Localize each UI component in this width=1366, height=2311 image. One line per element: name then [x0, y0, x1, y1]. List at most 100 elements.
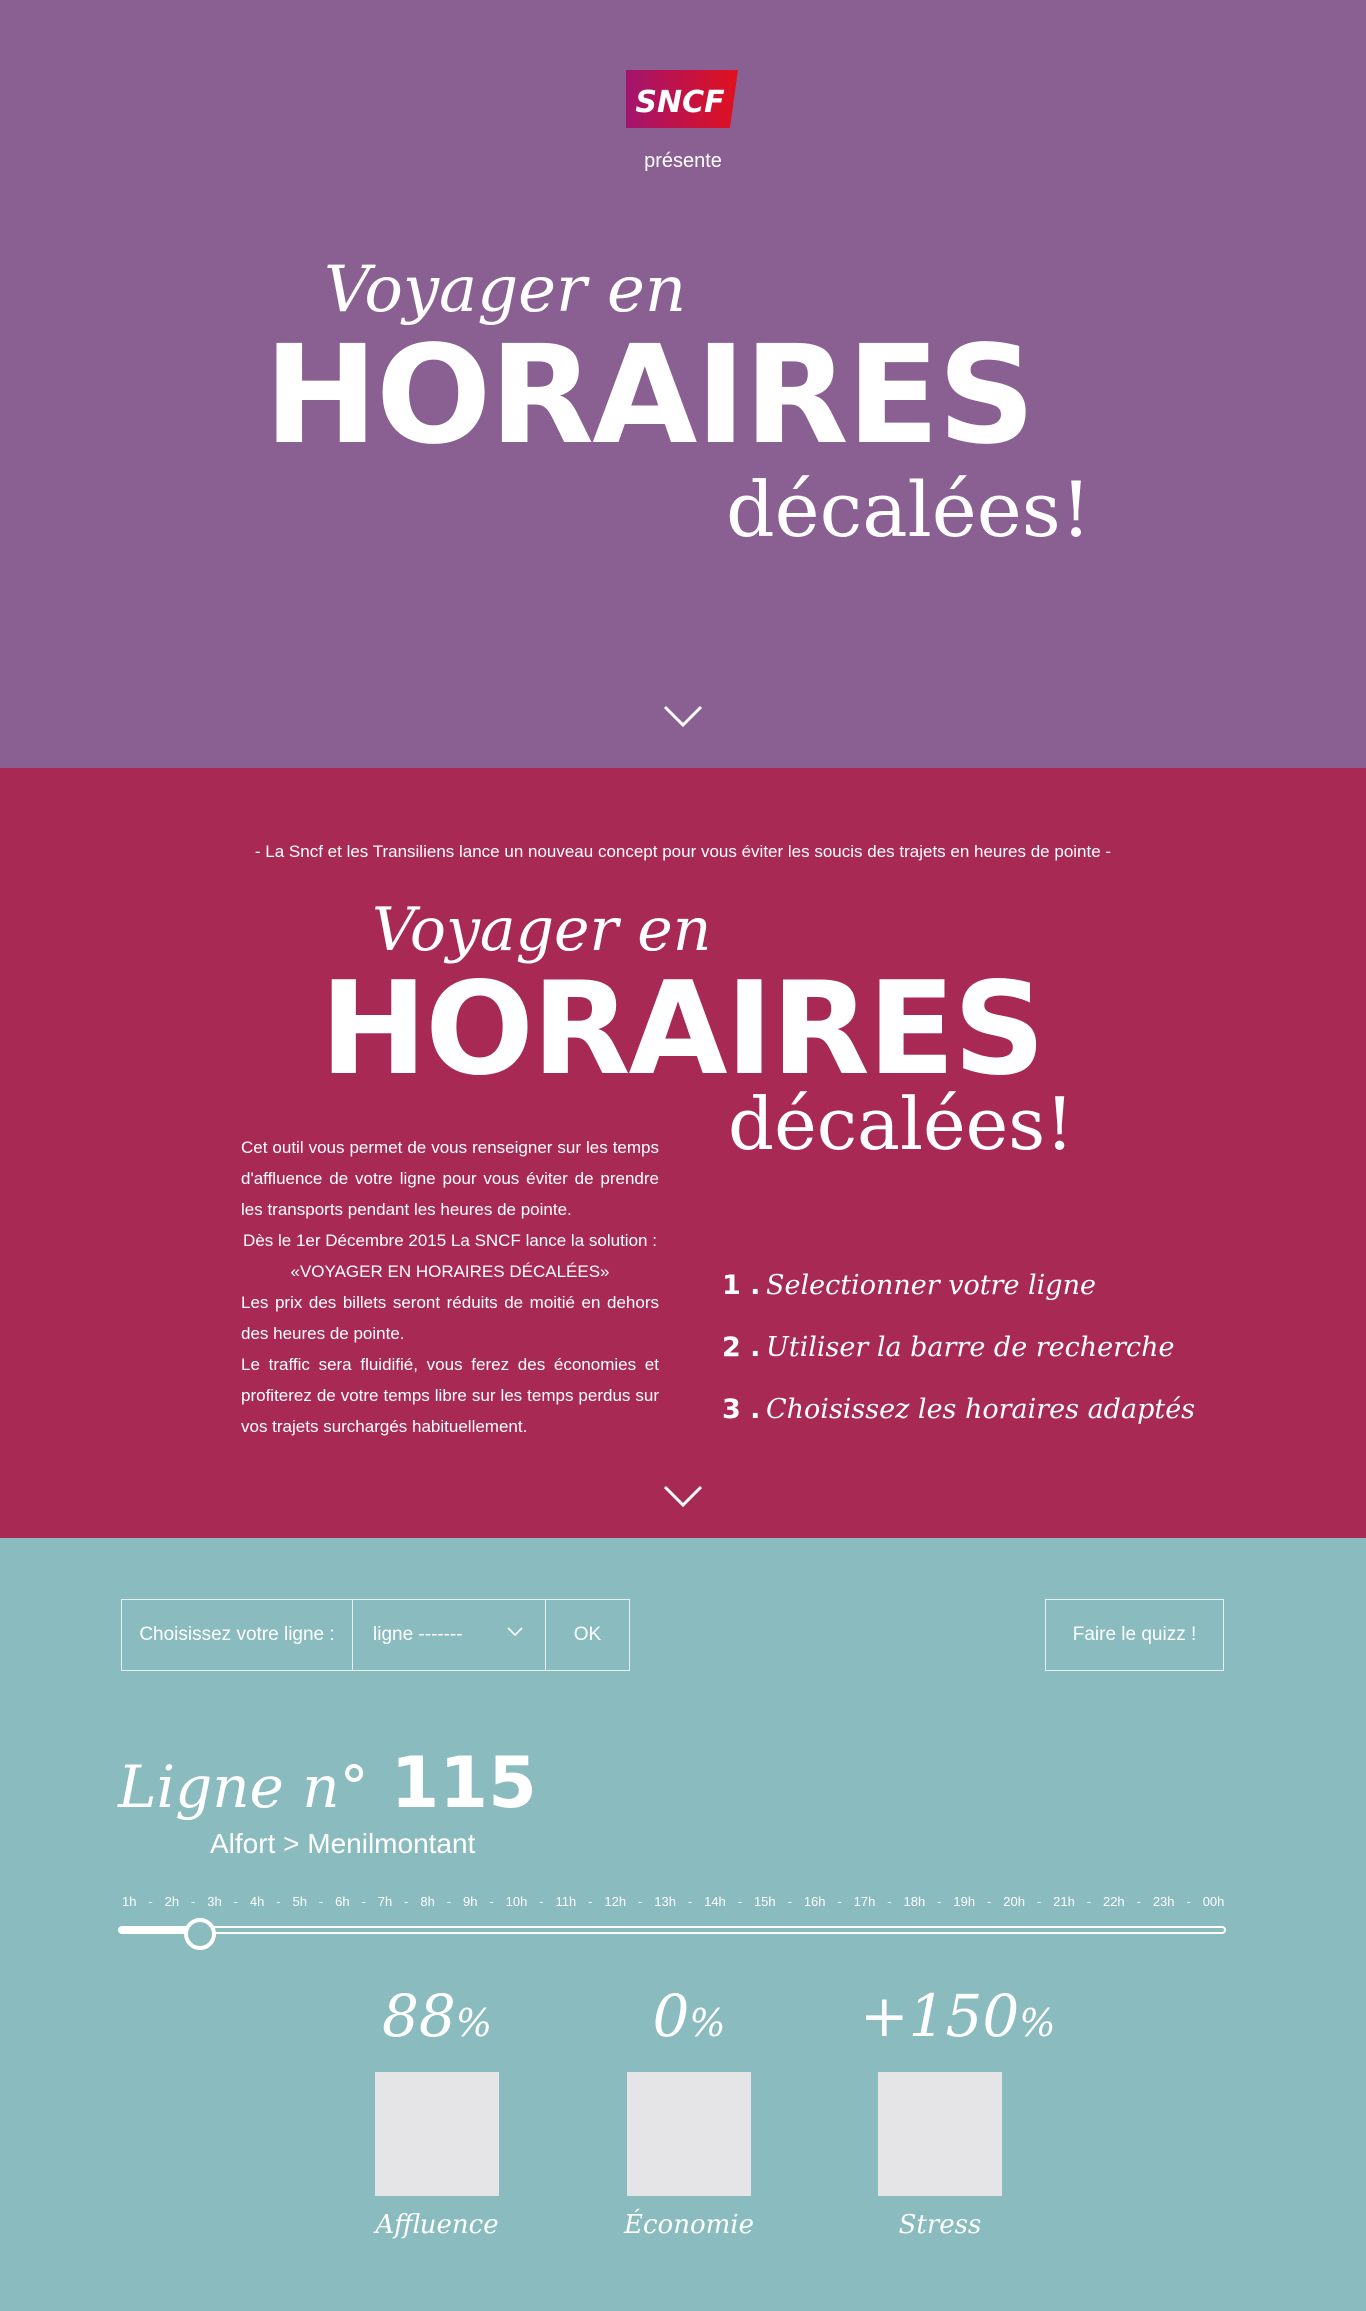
step-number: 2 .	[722, 1331, 761, 1363]
hour-label: 23h	[1152, 1894, 1175, 1909]
hour-separator: -	[837, 1894, 842, 1909]
hour-label: 3h	[207, 1894, 222, 1909]
hour-label: 22h	[1102, 1894, 1125, 1909]
line-selector: Choisissez votre ligne : ligne ------- O…	[121, 1599, 630, 1671]
hour-label: 00h	[1202, 1894, 1225, 1909]
hour-separator: -	[588, 1894, 593, 1909]
stat-economie: 0% Économie	[609, 1980, 769, 2240]
line-title: Ligne n° 115	[118, 1742, 537, 1824]
hero-section: SNCF présente Voyager en HORAIRES décalé…	[0, 0, 1366, 768]
hour-label: 1h	[122, 1894, 137, 1909]
hour-separator: -	[404, 1894, 409, 1909]
hour-label: 11h	[555, 1894, 577, 1909]
stat-number: 0	[652, 1982, 690, 2050]
hour-label: 14h	[704, 1894, 726, 1909]
stat-stress: +150% Stress	[860, 1980, 1055, 2240]
hour-label: 4h	[249, 1894, 265, 1909]
ok-button[interactable]: OK	[546, 1600, 629, 1670]
hour-label: 7h	[377, 1894, 393, 1909]
stat-affluence: 88% Affluence	[357, 1980, 517, 2240]
hour-label: 8h	[420, 1894, 435, 1909]
stat-value: 88%	[357, 1980, 517, 2059]
hour-scale: 1h -2h -3h -4h -5h -6h -7h -8h -9h -10h -11h -12h -1…	[122, 1894, 1225, 1909]
svg-text:SNCF: SNCF	[635, 85, 725, 120]
hour-label: 13h	[654, 1894, 676, 1909]
scroll-down-chevron-icon[interactable]	[663, 704, 703, 728]
hour-label: 9h	[463, 1894, 478, 1909]
stat-indicator-box	[375, 2072, 499, 2196]
step-text: Utiliser la barre de recherche	[766, 1331, 1175, 1363]
line-route: Alfort > Menilmontant	[210, 1828, 476, 1859]
hour-separator: -	[191, 1894, 196, 1909]
intro-paragraph: Cet outil vous permet de vous renseigner…	[241, 1138, 659, 1219]
steps-list: 1 . Selectionner votre ligne 2 . Utilise…	[722, 1254, 1195, 1440]
hour-separator: -	[276, 1894, 281, 1909]
stat-number: +150	[860, 1982, 1020, 2050]
step-text: Selectionner votre ligne	[766, 1269, 1096, 1301]
hero-title-voyager: Voyager en	[324, 253, 687, 327]
stat-value: 0%	[609, 1980, 769, 2059]
intro-caption: - La Sncf et les Transiliens lance un no…	[254, 842, 1112, 861]
hour-label: 10h	[505, 1894, 528, 1909]
step-number: 1 .	[722, 1269, 761, 1301]
intro-paragraph: Dès le 1er Décembre 2015 La SNCF lance l…	[243, 1231, 657, 1250]
step-item: 2 . Utiliser la barre de recherche	[722, 1316, 1195, 1378]
stat-number: 88	[382, 1982, 456, 2050]
hour-separator: -	[233, 1894, 238, 1909]
hour-separator: -	[737, 1894, 743, 1909]
stat-label: Économie	[624, 2210, 754, 2240]
hour-label: 19h	[953, 1894, 976, 1909]
hour-separator: -	[987, 1894, 992, 1909]
hour-separator: -	[1086, 1894, 1092, 1909]
hour-label: 18h	[903, 1894, 926, 1909]
hour-label: 5h	[292, 1894, 307, 1909]
chevron-down-icon	[507, 1627, 523, 1637]
hour-separator: -	[446, 1894, 452, 1909]
hour-separator: -	[1186, 1894, 1191, 1909]
hour-slider-handle[interactable]	[183, 1918, 216, 1950]
hour-separator: -	[539, 1894, 544, 1909]
line-title-label: Ligne n°	[118, 1753, 369, 1821]
hour-label: 17h	[853, 1894, 876, 1909]
hour-separator: -	[1136, 1894, 1141, 1909]
quiz-button[interactable]: Faire le quizz !	[1045, 1599, 1224, 1671]
hour-separator: -	[148, 1894, 153, 1909]
hour-label: 20h	[1003, 1894, 1025, 1909]
step-item: 3 . Choisissez les horaires adaptés	[722, 1378, 1195, 1440]
intro-title-horaires: HORAIRES	[320, 955, 1045, 1104]
hour-separator: -	[937, 1894, 942, 1909]
scroll-down-chevron-icon[interactable]	[663, 1484, 703, 1508]
stat-unit: %	[455, 2001, 492, 2045]
presente-label: présente	[644, 150, 722, 172]
hour-separator: -	[887, 1894, 892, 1909]
hour-separator: -	[1036, 1894, 1042, 1909]
hour-separator: -	[318, 1894, 324, 1909]
intro-title-decalees: décalées!	[728, 1082, 1075, 1166]
stat-unit: %	[689, 2001, 726, 2045]
stat-unit: %	[1019, 2001, 1056, 2045]
hour-separator: -	[687, 1894, 693, 1909]
sncf-logo: SNCF	[626, 70, 738, 128]
hour-label: 12h	[604, 1894, 627, 1909]
stat-indicator-box	[627, 2072, 751, 2196]
line-number: 115	[390, 1742, 537, 1824]
line-selector-label: Choisissez votre ligne :	[122, 1600, 353, 1670]
step-text: Choisissez les horaires adaptés	[766, 1393, 1196, 1425]
hero-title-horaires: HORAIRES	[264, 317, 1036, 475]
stat-indicator-box	[878, 2072, 1002, 2196]
step-number: 3 .	[722, 1393, 761, 1425]
hour-label: 2h	[164, 1894, 180, 1909]
stat-value: +150%	[860, 1980, 1055, 2059]
stat-label: Stress	[898, 2210, 982, 2240]
line-select-value: ligne -------	[373, 1624, 463, 1645]
hour-label: 15h	[753, 1894, 776, 1909]
line-select-dropdown[interactable]: ligne -------	[353, 1600, 546, 1670]
intro-paragraph: Les prix des billets seront réduits de m…	[241, 1293, 659, 1343]
hour-slider-track[interactable]	[118, 1926, 1226, 1934]
hour-label: 21h	[1053, 1894, 1075, 1909]
intro-paragraph: «VOYAGER EN HORAIRES DÉCALÉES»	[290, 1262, 610, 1281]
hour-separator: -	[637, 1894, 643, 1909]
intro-title-voyager: Voyager en	[372, 895, 712, 965]
hour-separator: -	[787, 1894, 792, 1909]
hour-separator: -	[489, 1894, 494, 1909]
